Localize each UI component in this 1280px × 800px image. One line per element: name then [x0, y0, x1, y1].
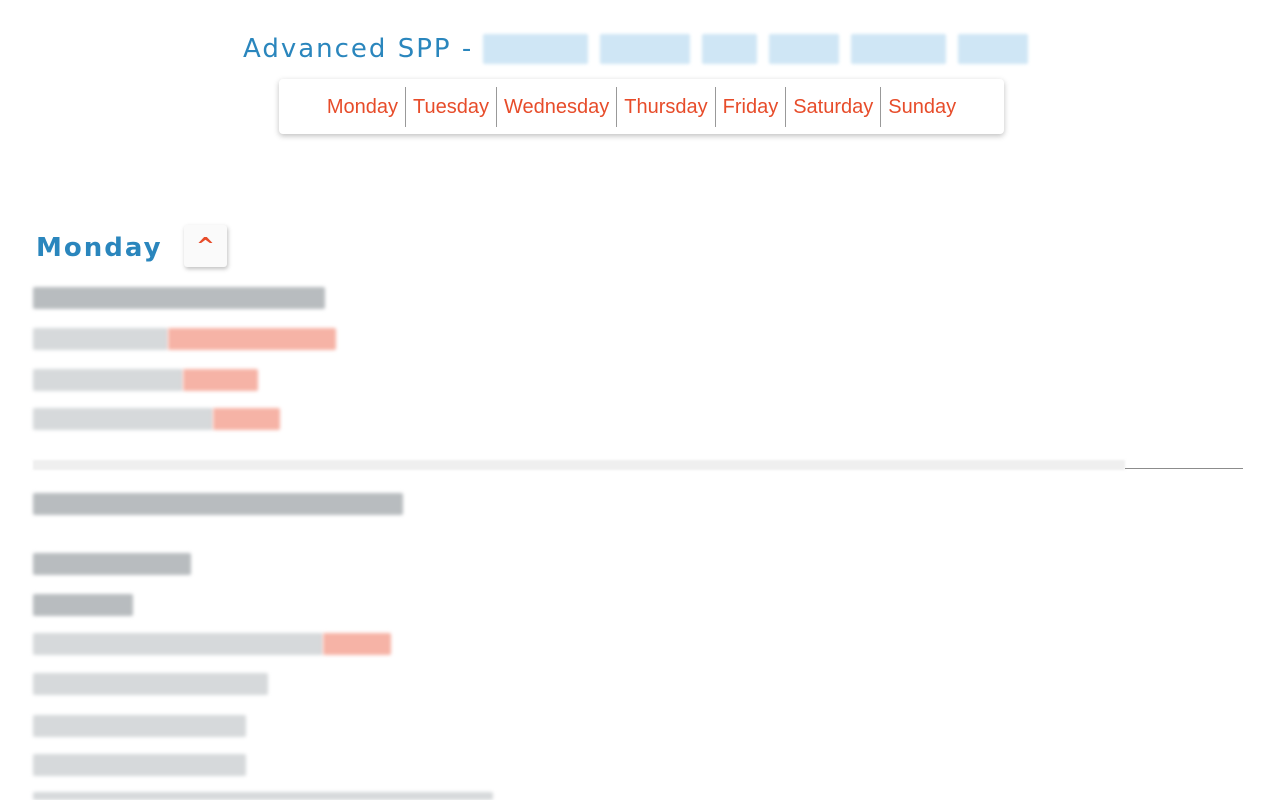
- redacted-text: [33, 553, 191, 575]
- nav-link-thursday[interactable]: Thursday: [617, 86, 716, 127]
- divider-line: [1125, 468, 1243, 469]
- day-navigation: Monday Tuesday Wednesday Thursday Friday…: [279, 79, 1004, 134]
- redacted-text: [33, 792, 493, 800]
- redacted-text: [33, 408, 213, 430]
- redacted-link[interactable]: [168, 328, 336, 350]
- redacted-text: [33, 754, 246, 776]
- redacted-line: [33, 408, 280, 430]
- redacted-block: [702, 34, 758, 64]
- nav-link-monday[interactable]: Monday: [320, 86, 407, 127]
- nav-link-saturday[interactable]: Saturday: [786, 86, 882, 127]
- redacted-block: [769, 34, 840, 64]
- redacted-line: [33, 553, 191, 575]
- chevron-up-icon: ^: [196, 233, 215, 259]
- redacted-link[interactable]: [323, 633, 391, 655]
- nav-link-tuesday[interactable]: Tuesday: [406, 86, 497, 127]
- redacted-text: [33, 328, 168, 350]
- nav-link-friday[interactable]: Friday: [716, 86, 787, 127]
- redacted-line: [33, 715, 246, 737]
- redacted-line: [33, 673, 268, 695]
- redacted-text: [33, 673, 268, 695]
- redacted-line: [33, 754, 246, 776]
- section-divider: [33, 460, 1125, 470]
- page-title-text: Advanced SPP -: [243, 34, 474, 64]
- redacted-link[interactable]: [183, 369, 258, 391]
- redacted-block: [600, 34, 691, 64]
- redacted-text: [33, 287, 325, 309]
- redacted-text: [33, 493, 403, 515]
- redacted-line: [33, 369, 258, 391]
- redacted-line: [33, 493, 403, 515]
- nav-link-sunday[interactable]: Sunday: [881, 87, 963, 127]
- redacted-title-suffix: [483, 34, 1029, 64]
- redacted-link[interactable]: [213, 408, 280, 430]
- page: Advanced SPP - Monday Tuesday Wednesday …: [0, 0, 1280, 800]
- redacted-text: [33, 369, 183, 391]
- redacted-line: [33, 328, 336, 350]
- collapse-button[interactable]: ^: [184, 225, 227, 267]
- redacted-line: [33, 792, 493, 800]
- redacted-line: [33, 633, 391, 655]
- redacted-text: [33, 594, 133, 616]
- redacted-text: [33, 715, 246, 737]
- redacted-block: [958, 34, 1029, 64]
- page-title: Advanced SPP -: [243, 34, 1029, 64]
- redacted-text: [33, 633, 323, 655]
- redacted-line: [33, 287, 325, 309]
- redacted-block: [483, 34, 589, 64]
- section-heading-monday: Monday: [36, 233, 163, 263]
- redacted-line: [33, 594, 133, 616]
- nav-link-wednesday[interactable]: Wednesday: [497, 86, 618, 127]
- redacted-block: [851, 34, 947, 64]
